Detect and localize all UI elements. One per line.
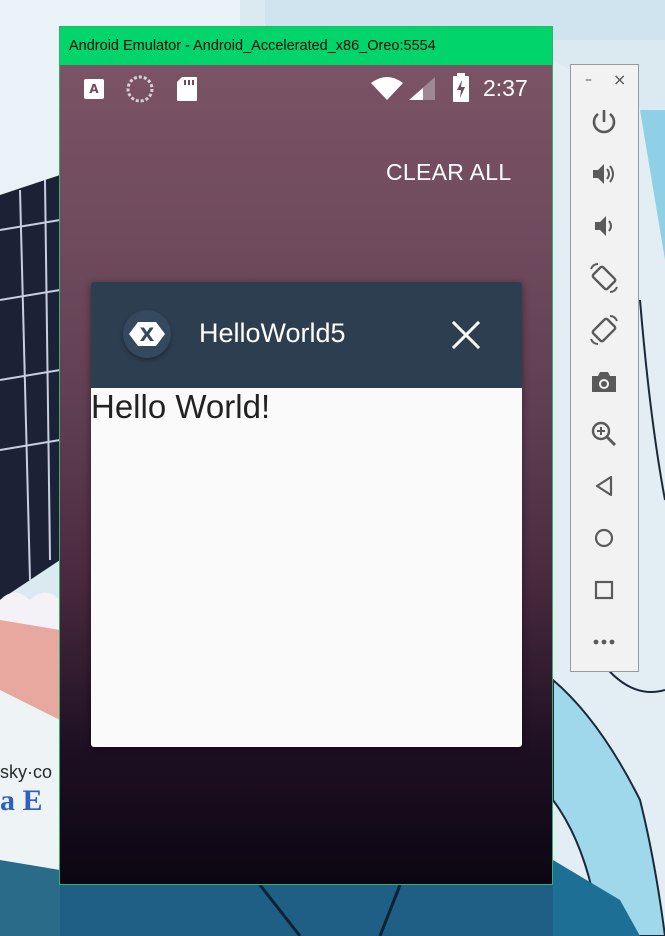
- card-app-title: HelloWorld5: [199, 318, 346, 348]
- recent-app-card[interactable]: X HelloWorld5 Hello World!: [91, 282, 522, 747]
- clear-all-button[interactable]: CLEAR ALL: [386, 159, 511, 186]
- svg-text:a E: a E: [0, 784, 43, 817]
- rotate-right-icon: [590, 315, 618, 345]
- emulator-toolbar: – ×: [570, 64, 639, 672]
- volume-up-icon: [593, 164, 614, 184]
- svg-text:sky·co: sky·co: [0, 762, 52, 782]
- zoom-button[interactable]: [587, 417, 621, 451]
- emulator-window: Android Emulator - Android_Accelerated_x…: [59, 26, 553, 885]
- zoom-icon: [591, 421, 617, 447]
- back-button[interactable]: [587, 469, 621, 503]
- more-icon: [593, 639, 615, 645]
- sync-icon: [126, 75, 154, 107]
- back-icon: [595, 475, 613, 497]
- more-button[interactable]: [587, 625, 621, 659]
- card-header[interactable]: X HelloWorld5: [91, 282, 522, 388]
- camera-icon: [592, 372, 616, 392]
- rotate-right-button[interactable]: [587, 313, 621, 347]
- battery-charging-icon: [452, 73, 470, 107]
- window-title-bar[interactable]: Android Emulator - Android_Accelerated_x…: [60, 27, 552, 65]
- status-time: 2:37: [483, 75, 528, 101]
- volume-up-button[interactable]: [587, 157, 621, 191]
- power-icon: [592, 110, 616, 134]
- close-icon[interactable]: [451, 320, 481, 350]
- overview-button[interactable]: [587, 573, 621, 607]
- cell-signal-icon: [408, 77, 436, 105]
- svg-text:A: A: [89, 82, 99, 96]
- wifi-icon: [370, 77, 404, 105]
- screenshot-button[interactable]: [587, 365, 621, 399]
- font-notification-icon: A: [82, 77, 106, 105]
- volume-down-icon: [595, 216, 612, 236]
- power-button[interactable]: [587, 105, 621, 139]
- app-icon-letter: X: [140, 324, 155, 346]
- home-button[interactable]: [587, 521, 621, 555]
- minimize-button[interactable]: –: [585, 72, 592, 88]
- volume-down-button[interactable]: [587, 209, 621, 243]
- overview-icon: [594, 580, 614, 600]
- rotate-left-icon: [590, 263, 618, 293]
- rotate-left-button[interactable]: [587, 261, 621, 295]
- toolbar-close-button[interactable]: ×: [613, 70, 626, 89]
- xamarin-app-icon: X: [123, 310, 171, 358]
- phone-screen[interactable]: A 2:37 CLEAR ALL X HelloWorld5 Hello Wor…: [60, 65, 552, 884]
- home-icon: [594, 528, 614, 548]
- card-app-preview[interactable]: Hello World!: [91, 388, 522, 747]
- status-bar: A 2:37: [60, 65, 552, 113]
- sd-card-icon: [176, 76, 198, 106]
- hello-world-label: Hello World!: [91, 388, 271, 425]
